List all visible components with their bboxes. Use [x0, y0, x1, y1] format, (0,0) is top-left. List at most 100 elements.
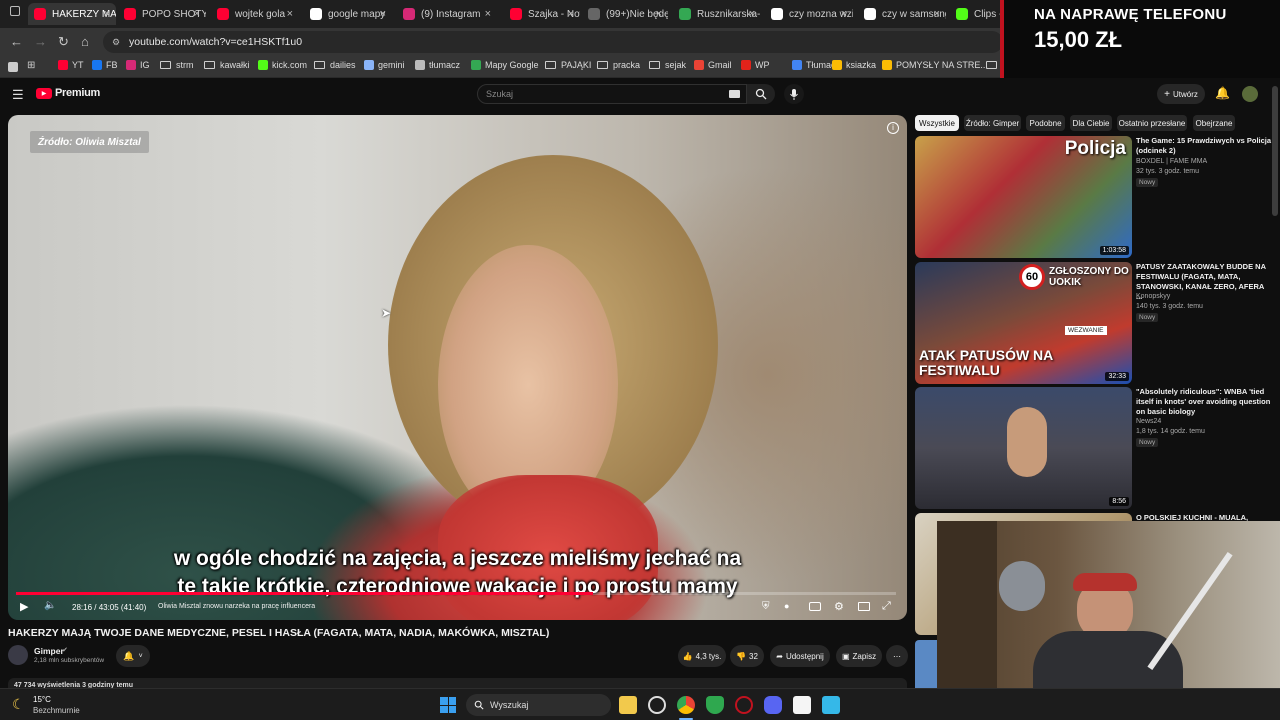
bookmark-item[interactable]: kawałki	[204, 60, 250, 70]
volume-icon[interactable]: 🔈	[44, 600, 56, 611]
chapter-title[interactable]: Oliwia Misztal znowu narzeka na pracę in…	[158, 603, 315, 610]
browser-tab[interactable]: Szajka - Nowa H×	[504, 3, 580, 25]
channel-avatar[interactable]	[8, 645, 28, 665]
back-icon[interactable]: ←	[10, 34, 23, 49]
like-button[interactable]: 👍 4,3 tys.	[678, 645, 726, 667]
bookmark-item[interactable]: tłumacz	[415, 60, 460, 70]
bookmark-item[interactable]: kick.com	[258, 60, 307, 70]
recommendation-thumbnail-partial[interactable]	[915, 640, 937, 688]
recommendation-item[interactable]: 60 ZGŁOSZONY DO UOKIK WEZWANIE ATAK PATU…	[915, 262, 1270, 385]
share-button[interactable]: ➦ Udostępnij	[770, 645, 830, 667]
play-icon[interactable]: ▶	[20, 600, 28, 613]
browser-tab[interactable]: czy w samsungu×	[858, 3, 946, 25]
dislike-button[interactable]: 👎 32	[730, 645, 764, 667]
recommendation-channel[interactable]: Konopskyy	[1136, 293, 1170, 300]
address-bar[interactable]: ⚙ youtube.com/watch?v=ce1HSKTf1u0	[103, 31, 1003, 53]
tab-close-icon[interactable]: ×	[104, 8, 110, 20]
bookmark-item[interactable]: gemini	[364, 60, 405, 70]
tab-close-icon[interactable]: ×	[841, 8, 847, 20]
filter-chip[interactable]: Obejrzane	[1193, 115, 1235, 131]
browser-tab[interactable]: HAKERZY MA ×	[28, 3, 116, 25]
forward-icon[interactable]: →	[34, 34, 47, 49]
tab-close-icon[interactable]: ×	[485, 8, 491, 20]
bookmark-item[interactable]: ksiazka	[832, 60, 876, 70]
reload-icon[interactable]: ↻	[58, 34, 69, 50]
bookmark-item[interactable]: dailies	[314, 60, 356, 70]
app-icon[interactable]	[793, 696, 811, 714]
home-icon[interactable]: ⌂	[81, 34, 89, 49]
tab-close-icon[interactable]: ×	[287, 8, 293, 20]
bookmark-item[interactable]: IG	[126, 60, 150, 70]
browser-tab[interactable]: czy mozna wziac×	[765, 3, 853, 25]
fullscreen-icon[interactable]: ⤢	[882, 600, 891, 613]
subscribed-button[interactable]: 🔔 ˅	[116, 645, 150, 667]
filter-chip[interactable]: Ostatnio przesłane	[1117, 115, 1187, 131]
bookmark-item[interactable]: pracka	[597, 60, 640, 70]
bookmark-item[interactable]: Mapy Google	[471, 60, 539, 70]
obs-icon[interactable]	[648, 696, 666, 714]
search-input[interactable]: Szukaj	[477, 84, 747, 104]
tab-close-icon[interactable]: ×	[380, 8, 386, 20]
autoplay-toggle-icon[interactable]: ●	[784, 601, 789, 611]
settings-gear-icon[interactable]: ⚙	[834, 600, 844, 613]
recommendation-thumbnail[interactable]: Policja 1:03:58	[915, 136, 1132, 258]
save-button[interactable]: ▣ Zapisz	[836, 645, 882, 667]
recommendation-item[interactable]: 8:56 "Absolutely ridiculous": WNBA 'tied…	[915, 387, 1270, 510]
create-button[interactable]: + Utwórz	[1157, 84, 1205, 104]
video-player[interactable]: Źródło: Oliwia Misztal i w ogóle chodzić…	[8, 115, 907, 620]
bookmark-item[interactable]: WP	[741, 60, 770, 70]
site-info-icon[interactable]: ⚙	[112, 37, 120, 48]
youtube-logo[interactable]: ▶ Premium	[36, 87, 100, 99]
browser-tab[interactable]: wojtek gola ×	[211, 3, 299, 25]
tab-close-icon[interactable]: ×	[194, 8, 200, 20]
bookmark-item[interactable]: strm	[160, 60, 194, 70]
bookmark-item[interactable]: YT	[58, 60, 84, 70]
notifications-bell-icon[interactable]: 🔔	[1215, 86, 1230, 100]
filter-chip[interactable]: Podobne	[1026, 115, 1065, 131]
recommendation-thumbnail[interactable]: 8:56	[915, 387, 1132, 509]
discord-icon[interactable]	[764, 696, 782, 714]
recommendation-channel[interactable]: BOXDEL | FAME MMA	[1136, 158, 1207, 165]
shield-app-icon[interactable]	[706, 696, 724, 714]
bookmark-item[interactable]: Gmail	[694, 60, 732, 70]
file-explorer-icon[interactable]	[619, 696, 637, 714]
bookmark-item[interactable]: PAJĄKI	[545, 60, 591, 70]
channel-name[interactable]: Gimper	[34, 646, 64, 656]
bookmark-item[interactable]: FB	[92, 60, 118, 70]
filter-chip[interactable]: Dla Ciebie	[1070, 115, 1112, 131]
tab-close-icon[interactable]: ×	[656, 8, 662, 20]
filter-chip[interactable]: Wszystkie	[915, 115, 959, 131]
bookmark-item[interactable]: sejak	[649, 60, 686, 70]
search-button[interactable]	[747, 84, 775, 104]
grid-icon[interactable]: ⊞	[27, 60, 35, 71]
recommendation-item[interactable]: Policja 1:03:58 The Game: 15 Prawdziwych…	[915, 136, 1271, 259]
voice-search-button[interactable]	[784, 84, 804, 104]
shield-icon[interactable]: ⛨	[762, 601, 770, 612]
tab-close-icon[interactable]: ×	[934, 8, 940, 20]
miniplayer-icon[interactable]	[858, 602, 870, 611]
browser-tab[interactable]: (99+)Nie będę u×	[582, 3, 668, 25]
more-actions-button[interactable]: ⋯	[886, 645, 908, 667]
recommendation-channel[interactable]: News24	[1136, 418, 1161, 425]
bookmark-item[interactable]: POMYSŁY NA STRE...	[882, 60, 988, 70]
chrome-icon[interactable]	[677, 696, 695, 714]
opera-icon[interactable]	[735, 696, 753, 714]
menu-icon[interactable]: ☰	[12, 87, 24, 103]
page-scrollbar-thumb[interactable]	[1272, 86, 1278, 216]
browser-tab[interactable]: google mapy ×	[304, 3, 392, 25]
tab-close-icon[interactable]: ×	[568, 8, 574, 20]
taskbar-search[interactable]: Wyszukaj	[466, 694, 611, 716]
browser-tab[interactable]: (9) Instagram ×	[397, 3, 497, 25]
account-avatar[interactable]	[1242, 86, 1258, 102]
keyboard-icon[interactable]	[729, 90, 740, 98]
tab-search-icon[interactable]	[10, 6, 20, 16]
progress-bar[interactable]	[16, 592, 896, 595]
tab-close-icon[interactable]: ×	[749, 8, 755, 20]
filter-chip[interactable]: Źródło: Gimper	[964, 115, 1021, 131]
browser-tab[interactable]: Rusznikarska-De×	[673, 3, 761, 25]
moon-weather-icon[interactable]: ☾	[12, 696, 25, 713]
browser-tab[interactable]: POPO SHOTY ×	[118, 3, 206, 25]
info-icon[interactable]: i	[887, 122, 899, 134]
windows-start-icon[interactable]	[440, 697, 456, 713]
subtitles-icon[interactable]	[809, 602, 821, 611]
